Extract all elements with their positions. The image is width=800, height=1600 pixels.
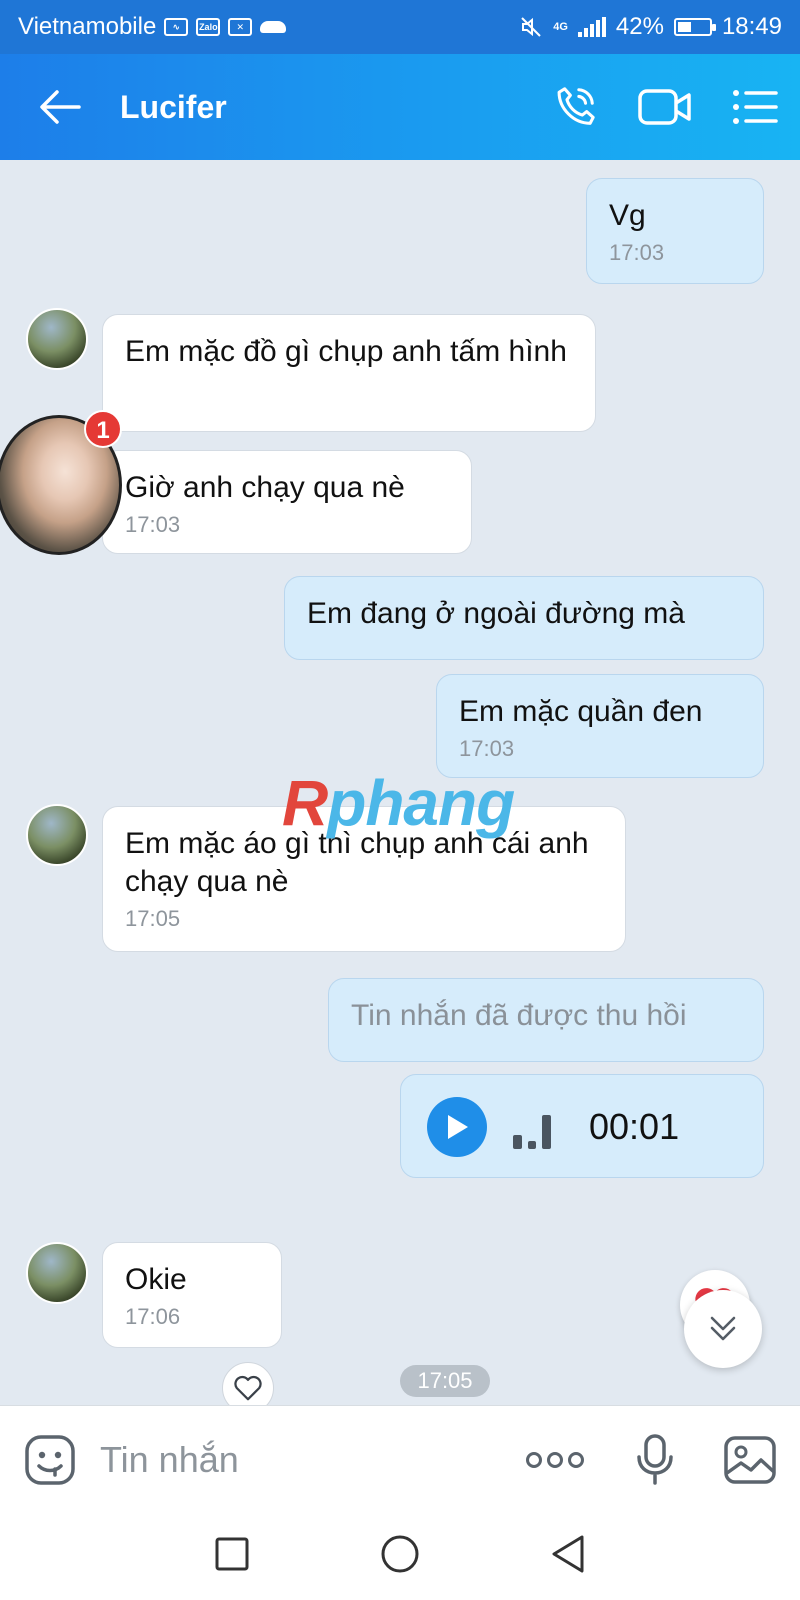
home-button[interactable] (380, 1534, 420, 1579)
back-arrow-icon (40, 90, 81, 124)
cloud-icon (260, 21, 287, 33)
battery-percent: 42% (615, 13, 664, 40)
voice-duration: 00:01 (589, 1106, 680, 1147)
image-gallery-icon (724, 1435, 776, 1484)
message-time: 17:03 (125, 512, 181, 537)
recalled-message-text: Tin nhắn đã được thu hồi (351, 999, 687, 1032)
status-bar: Vietnamobile ∿ Zalo ✕ 4G 42% 18:49 (0, 0, 800, 54)
double-chevron-down-icon (710, 1316, 736, 1341)
message-composer: Tin nhắn (0, 1405, 800, 1513)
outgoing-message[interactable]: Vg 17:03 (586, 178, 764, 284)
video-call-button[interactable] (620, 54, 710, 160)
system-navigation-bar (0, 1513, 800, 1600)
incoming-message[interactable]: Em mặc đồ gì chụp anh tấm hình (102, 314, 596, 432)
voice-record-button[interactable] (610, 1433, 700, 1487)
message-text: Em mặc đồ gì chụp anh tấm hình (125, 335, 567, 368)
image-picker-button[interactable] (700, 1435, 800, 1485)
mute-icon (521, 17, 541, 37)
list-menu-icon (733, 90, 778, 124)
incoming-message[interactable]: Giờ anh chạy qua nè 17:03 (102, 450, 472, 554)
activity-icon: ∿ (164, 18, 189, 36)
video-camera-icon (638, 89, 691, 125)
avatar[interactable] (26, 804, 88, 866)
menu-button[interactable] (710, 54, 800, 160)
voice-message[interactable]: 00:01 (400, 1074, 764, 1178)
message-text: Giờ anh chạy qua nè (125, 471, 405, 504)
message-text: Em mặc quần đen (459, 695, 703, 728)
message-text: Okie (125, 1263, 187, 1296)
timestamp-pill: 17:05 (400, 1365, 490, 1397)
carrier-name: Vietnamobile (18, 13, 157, 40)
contact-name[interactable]: Lucifer (120, 89, 530, 126)
outgoing-message[interactable]: Em mặc quần đen 17:03 (436, 674, 764, 778)
message-input[interactable]: Tin nhắn (100, 1439, 500, 1481)
message-time: 17:03 (609, 240, 665, 265)
signal-icon (577, 17, 606, 37)
recalled-message[interactable]: Tin nhắn đã được thu hồi (328, 978, 764, 1062)
waveform-icon (513, 1115, 551, 1149)
zalo-notification-icon: Zalo (196, 18, 221, 36)
back-nav-button[interactable] (550, 1534, 586, 1579)
network-type: 4G (553, 20, 568, 33)
avatar[interactable] (26, 1242, 88, 1304)
avatar[interactable] (26, 308, 88, 370)
capcut-icon: ✕ (228, 18, 253, 36)
play-icon (448, 1115, 468, 1139)
sticker-button[interactable] (0, 1433, 100, 1487)
more-options-button[interactable] (500, 1450, 610, 1470)
scroll-to-bottom-button[interactable] (684, 1290, 762, 1368)
unread-badge: 1 (84, 410, 122, 448)
message-text: Em đang ở ngoài đường mà (307, 597, 685, 630)
back-button[interactable] (0, 54, 120, 160)
incoming-message[interactable]: Okie 17:06 (102, 1242, 282, 1348)
phone-icon (557, 87, 595, 125)
message-time: 17:06 (125, 1304, 181, 1329)
clock: 18:49 (721, 13, 782, 40)
watermark-logo: Rphang (282, 766, 515, 840)
emoji-sticker-icon (25, 1434, 75, 1485)
microphone-icon (637, 1433, 673, 1485)
watermark-text: phang (327, 767, 515, 839)
triangle-back-icon (552, 1535, 584, 1573)
heart-outline-icon (234, 1375, 262, 1401)
more-dots-icon (526, 1451, 584, 1468)
message-text: Vg (609, 199, 646, 232)
square-recents-icon (215, 1537, 249, 1571)
watermark-initial: R (282, 767, 328, 839)
play-button[interactable] (427, 1097, 487, 1157)
recents-button[interactable] (214, 1536, 250, 1577)
message-time: 17:03 (459, 736, 515, 761)
chat-header: Lucifer (0, 54, 800, 160)
voice-call-button[interactable] (530, 54, 620, 160)
battery-icon (673, 18, 716, 36)
message-time: 17:05 (125, 906, 181, 931)
outgoing-message[interactable]: Em đang ở ngoài đường mà (284, 576, 764, 660)
circle-home-icon (381, 1535, 419, 1573)
